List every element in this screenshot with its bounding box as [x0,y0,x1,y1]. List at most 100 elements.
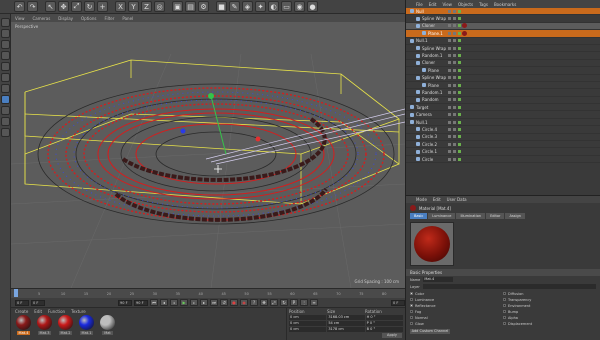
am-menu-mode[interactable]: Mode [416,197,427,202]
tab-assign[interactable]: Assign [505,213,525,219]
deformer-icon[interactable]: ◐ [268,1,279,12]
channel-checkbox[interactable]: Color [410,291,503,296]
y-axis-handle[interactable] [208,93,214,99]
size-z-field[interactable]: 3178 cm [327,327,365,332]
visibility-flags[interactable] [448,54,461,58]
material-swatch[interactable]: Mat.2 [57,315,74,338]
object-row[interactable]: Random.1 [406,52,600,60]
render-view-icon[interactable]: ▣ [172,1,183,12]
om-menu-view[interactable]: View [442,2,452,7]
current-frame-marker[interactable] [14,289,18,297]
play-icon[interactable]: ▶ [180,299,188,306]
am-menu-edit[interactable]: Edit [433,197,441,202]
z-axis-handle[interactable] [180,128,186,134]
material-tag-icon[interactable] [462,23,467,29]
light-icon[interactable]: ● [307,1,318,12]
material-tag-icon[interactable] [462,30,467,36]
layer-field[interactable] [422,284,596,289]
viewport-menu-view[interactable]: View [15,16,25,21]
checkbox-icon[interactable] [503,292,506,295]
tab-editor[interactable]: Editor [486,213,505,219]
object-row[interactable]: Spline Wrap [406,75,600,82]
object-row[interactable]: Camera [406,111,600,119]
object-row[interactable]: Circle [406,156,600,164]
material-menu-texture[interactable]: Texture [71,309,86,314]
rotation-p-field[interactable]: P 0 ° [365,321,403,326]
object-row[interactable]: Target [406,104,600,112]
record-keys-icon[interactable]: ● [230,299,238,306]
cube-icon[interactable]: ■ [216,1,227,12]
material-preview[interactable] [410,222,454,266]
points-mode-icon[interactable] [0,62,10,71]
name-field[interactable]: Mat.4 [423,277,454,282]
om-menu-file[interactable]: File [416,2,423,7]
viewport-menu-display[interactable]: Display [58,16,73,21]
x-axis-handle[interactable] [255,136,261,142]
scale-key-icon[interactable]: ⤢ [270,299,278,306]
visibility-flags[interactable] [448,90,461,94]
preview-end-field[interactable]: 90 F [134,299,148,306]
position-y-field[interactable]: 0 cm [289,321,327,326]
checkbox-icon[interactable] [503,310,506,313]
om-menu-tags[interactable]: Tags [479,2,488,7]
visibility-flags[interactable] [448,113,461,117]
object-row[interactable]: Circle.2 [406,141,600,149]
subdivision-icon[interactable]: ◈ [242,1,253,12]
rotation-b-field[interactable]: B 0 ° [365,327,403,332]
tweak-mode-icon[interactable] [0,106,10,115]
redo-icon[interactable]: ↷ [27,1,38,12]
visibility-flags[interactable] [448,150,461,154]
end-frame-field[interactable]: 90 F [118,299,132,306]
object-row[interactable]: Null [406,8,600,16]
lock-workplane-icon[interactable] [0,128,10,137]
basic-properties-section[interactable]: Basic Properties [406,269,600,276]
visibility-flags[interactable] [448,76,461,80]
scale-icon[interactable]: ⤢ [71,1,82,12]
object-row[interactable]: Plane [406,82,600,90]
undo-icon[interactable]: ↶ [14,1,25,12]
material-swatch[interactable]: Mat.1 [78,315,95,338]
start-frame-field[interactable]: 0 F [31,299,45,306]
checkbox-icon[interactable] [410,322,413,325]
edges-mode-icon[interactable] [0,73,10,82]
visibility-flags[interactable] [448,83,461,87]
checkbox-icon[interactable] [503,298,506,301]
checkbox-icon[interactable] [410,316,413,319]
loop-icon[interactable]: ↺ [220,299,228,306]
om-menu-bookmarks[interactable]: Bookmarks [494,2,516,7]
channel-checkbox[interactable]: Reflectance [410,303,503,308]
timeline-icon[interactable]: ≡ [310,299,318,306]
tab-basic[interactable]: Basic [410,213,428,219]
object-row[interactable]: Cloner [406,60,600,68]
size-y-field[interactable]: 54 cm [327,321,365,326]
texture-mode-icon[interactable] [0,40,10,49]
channel-checkbox[interactable]: Diffusion [503,291,596,296]
array-icon[interactable]: ✦ [255,1,266,12]
position-x-field[interactable]: 0 cm [289,315,327,320]
om-menu-objects[interactable]: Objects [458,2,473,7]
visibility-flags[interactable] [448,9,461,13]
parameter-key-icon[interactable]: P [290,299,298,306]
next-frame-icon[interactable]: ▹ [190,299,198,306]
autokey-icon[interactable]: ◉ [240,299,248,306]
previous-frame-icon[interactable]: ◃ [170,299,178,306]
material-menu-edit[interactable]: Edit [34,309,42,314]
recent-tools-icon[interactable]: + [97,1,108,12]
checkbox-icon[interactable] [503,322,506,325]
y-axis-icon[interactable]: Y [128,1,139,12]
channel-checkbox[interactable]: Glow [410,321,503,326]
object-row[interactable]: Null.1 [406,38,600,45]
object-row[interactable]: Cloner [406,22,600,31]
channel-checkbox[interactable]: Transparency [503,297,596,302]
visibility-flags[interactable] [448,135,461,139]
am-menu-user-data[interactable]: User Data [447,197,467,202]
visibility-flags[interactable] [448,46,461,50]
next-key-icon[interactable]: ▸ [200,299,208,306]
workplane-icon[interactable] [0,51,10,60]
rotation-key-icon[interactable]: ↻ [280,299,288,306]
visibility-flags[interactable] [448,39,461,43]
visibility-flags[interactable] [448,105,461,109]
viewport-menu-options[interactable]: Options [81,16,96,21]
object-row[interactable]: Spline Wrap [406,15,600,23]
current-frame-field[interactable]: 0 F [15,299,29,306]
